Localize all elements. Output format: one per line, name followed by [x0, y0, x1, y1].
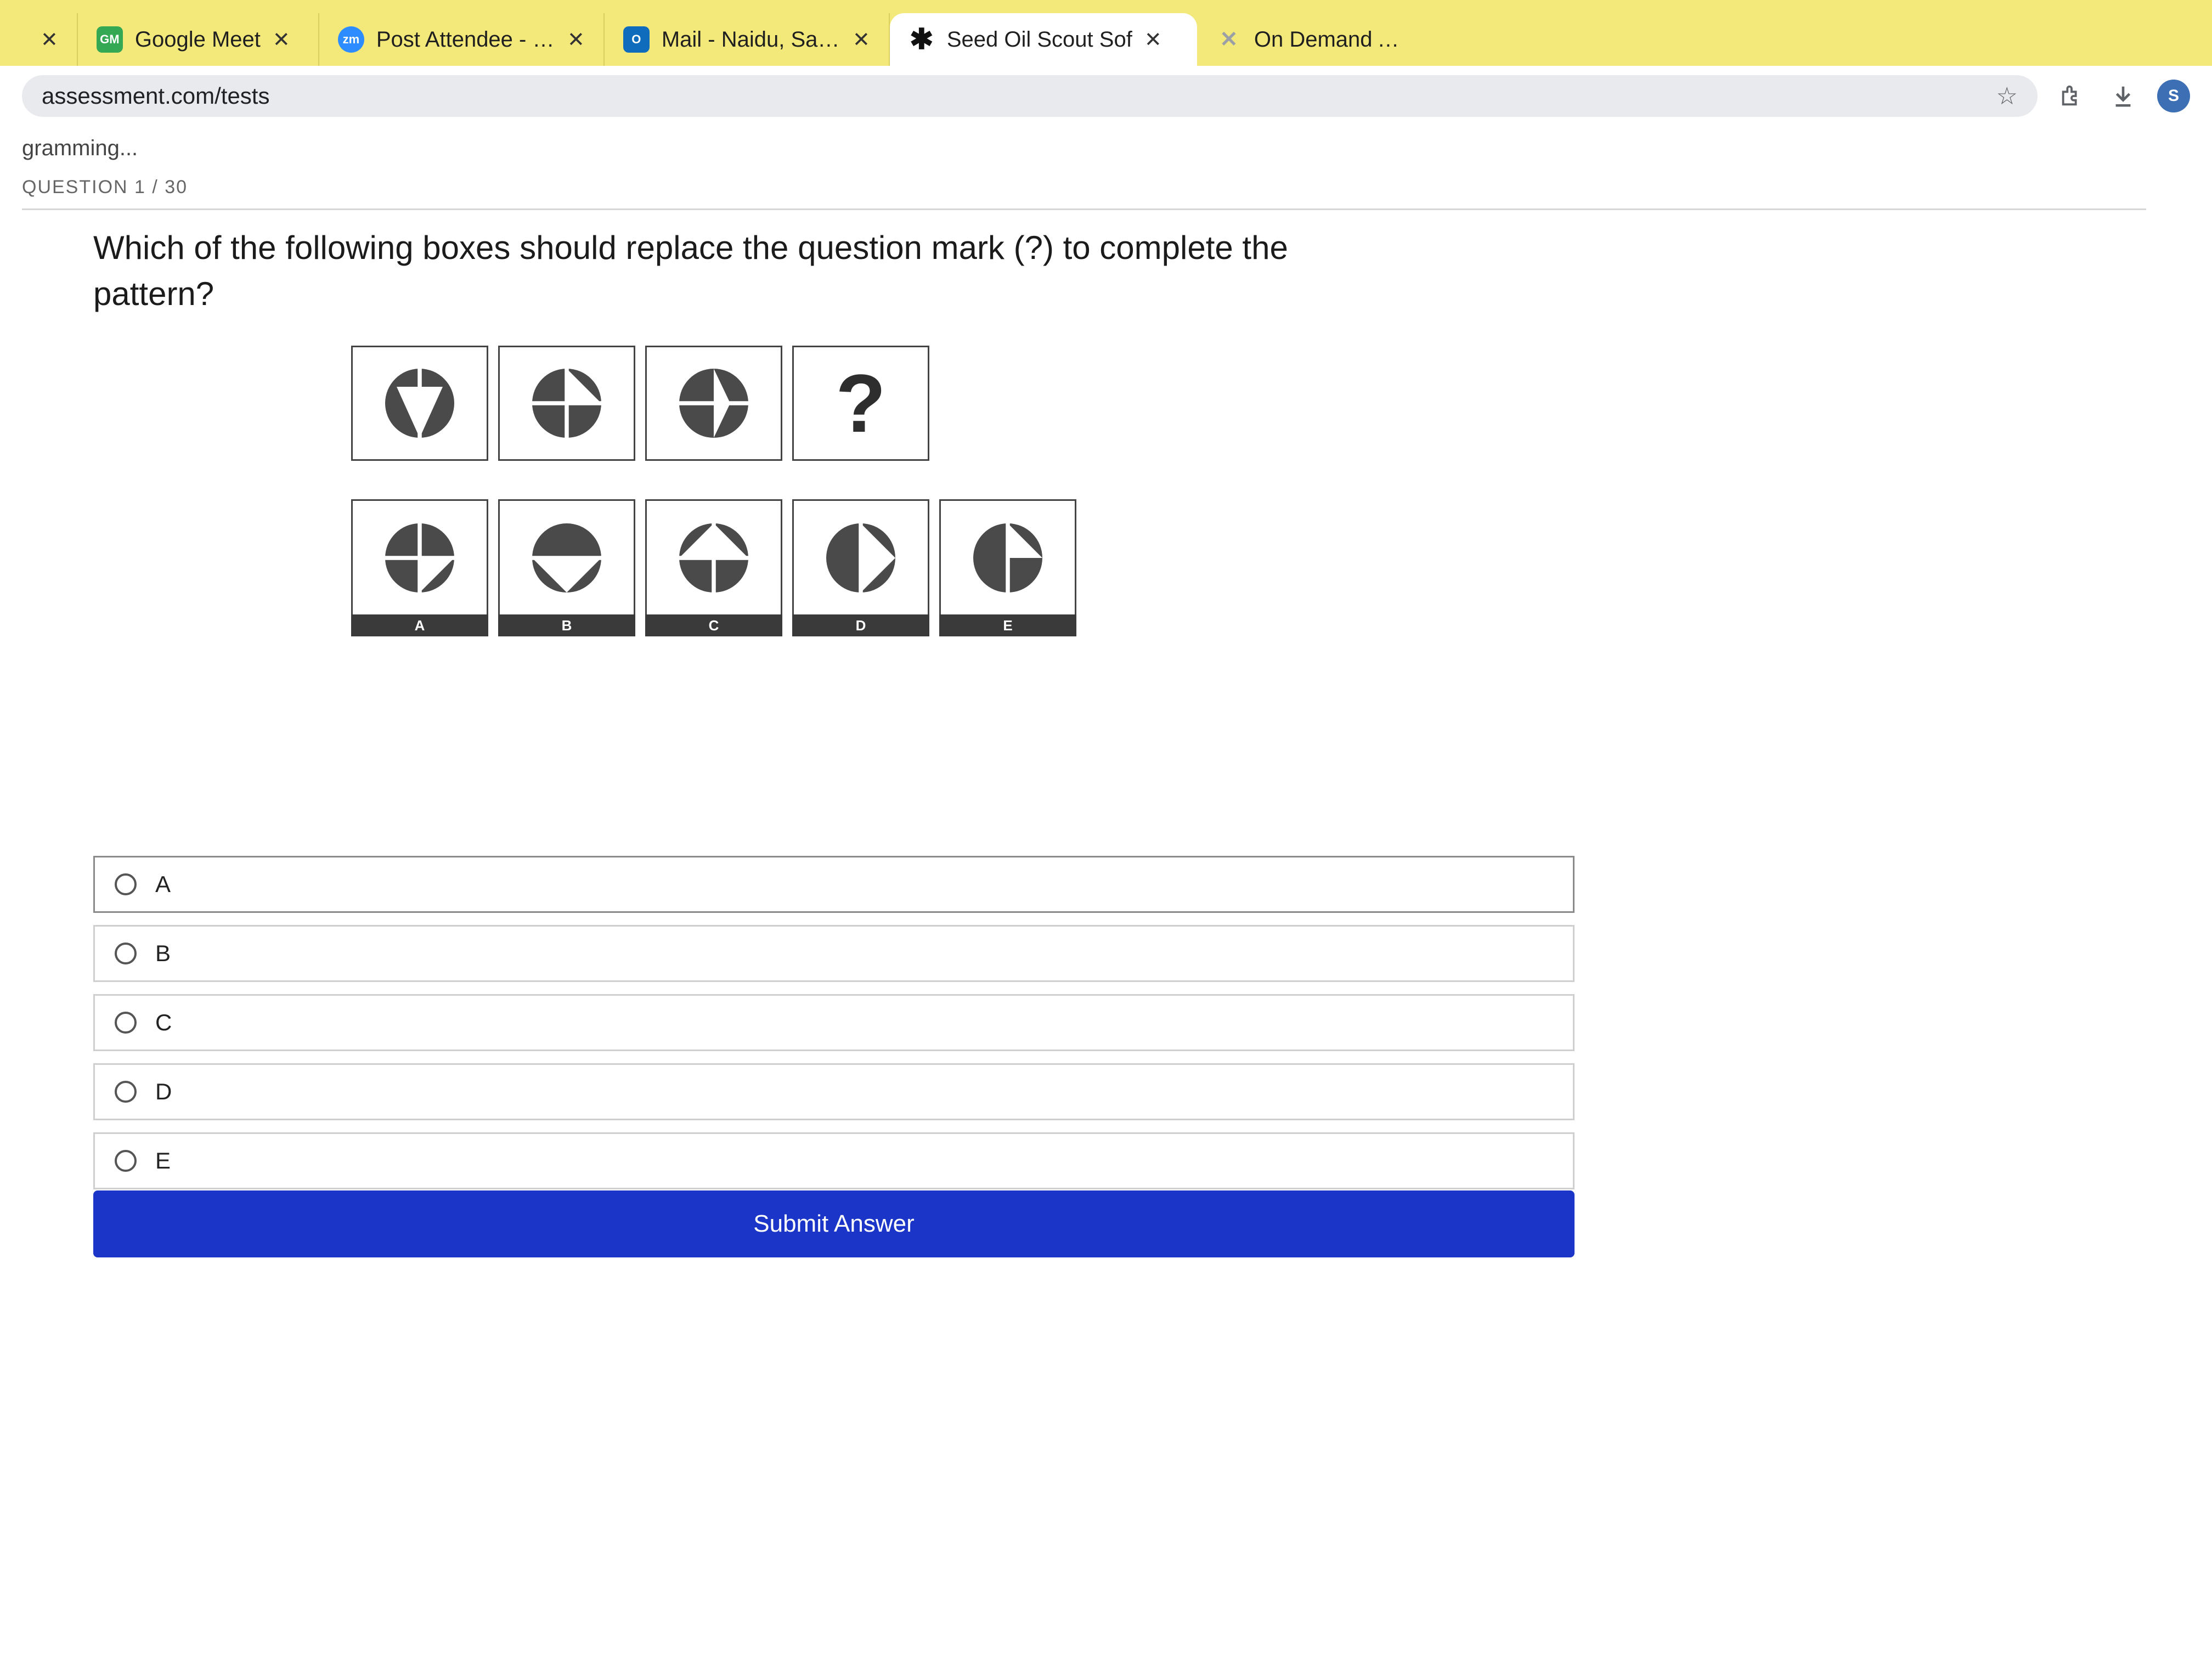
close-icon[interactable]: ✕: [567, 27, 585, 52]
submit-answer-button[interactable]: Submit Answer: [93, 1190, 1575, 1257]
app-icon: ✕: [1220, 27, 1238, 52]
tab-zoom[interactable]: zm Post Attendee - Zo ✕: [319, 13, 605, 66]
tab-0[interactable]: ✕: [22, 13, 78, 66]
divider: [22, 208, 2146, 210]
answer-choice-b: B: [498, 499, 635, 636]
option-b[interactable]: B: [93, 925, 1575, 982]
question-mark: ?: [836, 357, 886, 449]
tab-label: Google Meet: [134, 27, 261, 52]
option-a[interactable]: A: [93, 856, 1575, 913]
question-number: QUESTION 1 / 30: [22, 177, 188, 198]
profile-avatar[interactable]: S: [2157, 80, 2190, 112]
radio-button[interactable]: [115, 943, 137, 964]
circle-figure-icon: [532, 369, 601, 438]
answer-label: E: [939, 614, 1076, 636]
asterisk-icon: ✱: [910, 24, 934, 55]
close-icon[interactable]: ✕: [41, 27, 58, 52]
option-label: A: [155, 871, 171, 897]
assessment-page: gramming... QUESTION 1 / 30 Which of the…: [0, 126, 2212, 1659]
google-meet-icon: GM: [96, 26, 123, 53]
sequence-box-3: [645, 346, 782, 461]
question-box: ?: [792, 346, 929, 461]
radio-button[interactable]: [115, 873, 137, 895]
tab-strip: ✕ GM Google Meet ✕ zm Post Attendee - Zo…: [0, 0, 2212, 66]
circle-figure-icon: [385, 523, 454, 592]
answer-choice-e: E: [939, 499, 1076, 636]
radio-button[interactable]: [115, 1150, 137, 1172]
answer-label: D: [792, 614, 929, 636]
star-icon[interactable]: ☆: [1996, 82, 2018, 110]
option-label: D: [155, 1079, 172, 1104]
tab-seed-oil-scout[interactable]: ✱ Seed Oil Scout Sof ✕: [889, 13, 1197, 66]
puzzle-icon[interactable]: [2054, 78, 2089, 114]
url-text: assessment.com/tests: [42, 83, 270, 109]
tab-label: Mail - Naidu, Sanja: [661, 27, 840, 52]
answer-choice-c: C: [645, 499, 782, 636]
circle-figure-icon: [385, 369, 454, 438]
tab-label: Post Attendee - Zo: [376, 27, 555, 52]
sequence-box-1: [351, 346, 488, 461]
answer-options: A B C D E: [93, 856, 1575, 1201]
download-icon[interactable]: [2106, 78, 2141, 114]
address-bar[interactable]: assessment.com/tests ☆: [22, 75, 2038, 117]
answer-choices-row: A B C D E: [351, 499, 1076, 636]
sequence-row: ?: [351, 346, 1076, 461]
radio-button[interactable]: [115, 1012, 137, 1034]
radio-button[interactable]: [115, 1081, 137, 1103]
circle-figure-icon: [679, 523, 748, 592]
browser-toolbar: assessment.com/tests ☆ S: [0, 66, 2212, 126]
tab-on-demand[interactable]: ✕ On Demand Ass: [1197, 13, 1427, 66]
tab-google-meet[interactable]: GM Google Meet ✕: [78, 13, 319, 66]
option-label: E: [155, 1148, 171, 1173]
circle-figure-icon: [679, 369, 748, 438]
answer-label: C: [645, 614, 782, 636]
pattern-figure: ? A B C D E: [351, 346, 1076, 636]
outlook-icon: O: [623, 26, 650, 53]
question-text: Which of the following boxes should repl…: [93, 229, 1288, 312]
circle-figure-icon: [826, 523, 895, 592]
zoom-icon: zm: [337, 26, 364, 53]
circle-figure-icon: [532, 523, 601, 592]
option-d[interactable]: D: [93, 1063, 1575, 1120]
option-c[interactable]: C: [93, 994, 1575, 1051]
close-icon[interactable]: ✕: [273, 27, 290, 52]
sequence-box-2: [498, 346, 635, 461]
option-label: B: [155, 940, 171, 966]
answer-label: B: [498, 614, 635, 636]
close-icon[interactable]: ✕: [853, 27, 870, 52]
tab-label: On Demand Ass: [1254, 27, 1409, 52]
answer-label: A: [351, 614, 488, 636]
close-icon[interactable]: ✕: [1144, 27, 1162, 52]
breadcrumb: gramming...: [22, 136, 138, 160]
tab-outlook-mail[interactable]: O Mail - Naidu, Sanja ✕: [605, 13, 890, 66]
option-e[interactable]: E: [93, 1132, 1575, 1189]
answer-choice-d: D: [792, 499, 929, 636]
option-label: C: [155, 1009, 172, 1035]
answer-choice-a: A: [351, 499, 488, 636]
circle-figure-icon: [973, 523, 1042, 592]
tab-label: Seed Oil Scout Sof: [946, 27, 1132, 52]
